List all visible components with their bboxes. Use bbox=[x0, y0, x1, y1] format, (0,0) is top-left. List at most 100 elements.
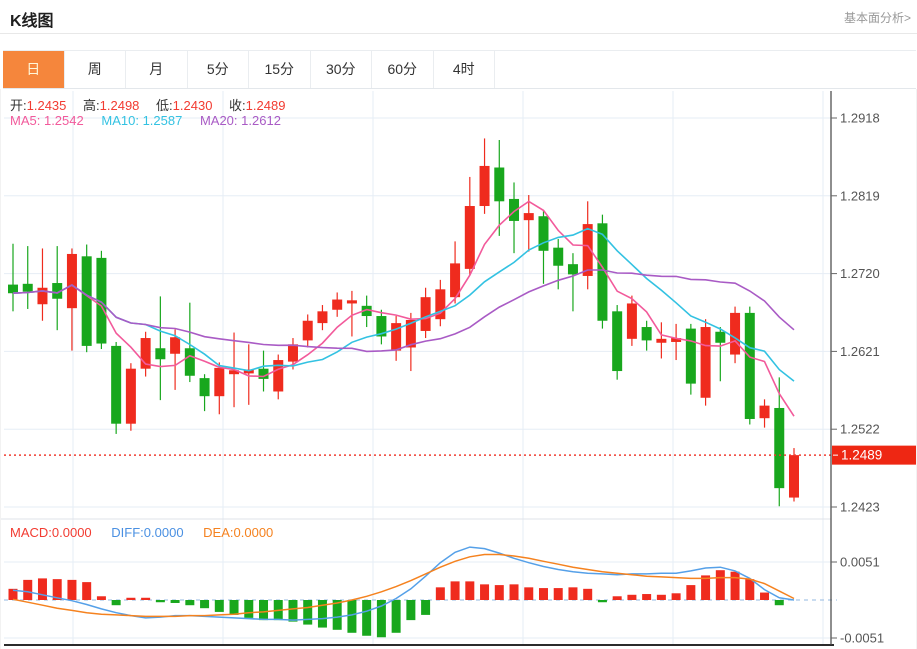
macd-bar bbox=[524, 587, 534, 600]
candle-body bbox=[66, 253, 77, 309]
macd-bar bbox=[597, 600, 607, 603]
candle-body bbox=[346, 300, 357, 304]
candle-body bbox=[700, 327, 711, 398]
macd-readout: MACD:0.0000 DIFF:0.0000 DEA:0.0000 bbox=[10, 525, 273, 540]
candle-body bbox=[81, 256, 92, 346]
macd-bar bbox=[406, 600, 416, 621]
macd-bar bbox=[229, 600, 239, 615]
ma-readout: MA5: 1.2542 MA10: 1.2587 MA20: 1.2612 bbox=[10, 113, 281, 128]
ohlc-readout: 开:1.2435 高:1.2498 低:1.2430 收:1.2489 bbox=[10, 95, 298, 114]
candle-body bbox=[170, 337, 181, 354]
chart-canvas[interactable]: 1.2918 1.2819 1.2720 1.2621 1.2522 1.2423 0.00… bbox=[1, 89, 916, 649]
ma10-label: MA10: bbox=[101, 113, 139, 128]
ma10-value: 1.2587 bbox=[142, 113, 183, 128]
dea-label: DEA: bbox=[203, 525, 234, 540]
macd-bar bbox=[185, 600, 195, 606]
macd-bar bbox=[686, 585, 696, 600]
macd-bar bbox=[155, 600, 165, 603]
candle-body bbox=[287, 344, 298, 362]
fundamental-analysis-link[interactable]: 基本面分析> bbox=[844, 9, 911, 26]
ma5-value: 1.2542 bbox=[43, 113, 84, 128]
candle-body bbox=[184, 348, 195, 376]
candle-body bbox=[420, 297, 431, 331]
macd-bar bbox=[642, 594, 652, 600]
tab-period-0[interactable]: 日 bbox=[3, 51, 65, 88]
candle-body bbox=[774, 407, 785, 489]
macd-bar bbox=[23, 579, 33, 600]
tab-period-3[interactable]: 5分 bbox=[187, 51, 249, 88]
macd-bar bbox=[332, 600, 342, 630]
macd-bar bbox=[568, 587, 578, 600]
tab-period-7[interactable]: 4时 bbox=[433, 51, 495, 88]
macd-bar bbox=[450, 581, 460, 600]
candle-body bbox=[494, 167, 505, 202]
open-value: 1.2435 bbox=[26, 98, 67, 113]
macd-bar bbox=[730, 571, 740, 600]
tab-period-2[interactable]: 月 bbox=[126, 51, 188, 88]
macd-bar bbox=[111, 600, 121, 606]
macd-bar bbox=[347, 600, 357, 633]
price-axis-label: 1.2918 bbox=[840, 111, 880, 126]
candle-body bbox=[214, 367, 225, 397]
macd-bar bbox=[362, 600, 372, 636]
macd-bar bbox=[391, 600, 401, 633]
macd-bar bbox=[288, 600, 298, 622]
candle-body bbox=[8, 284, 18, 294]
macd-bar bbox=[760, 592, 770, 600]
candle-body bbox=[656, 338, 667, 343]
candle-body bbox=[464, 206, 475, 269]
price-axis-label: 1.2621 bbox=[840, 344, 880, 359]
candle-body bbox=[626, 303, 637, 339]
dea-value: 0.0000 bbox=[233, 525, 274, 540]
macd-axis-label: -0.0051 bbox=[840, 631, 884, 646]
close-value: 1.2489 bbox=[245, 98, 286, 113]
low-label: 低: bbox=[156, 98, 173, 113]
macd-bar bbox=[214, 600, 224, 612]
macd-bar bbox=[745, 579, 755, 600]
macd-bar bbox=[303, 600, 313, 625]
candle-body bbox=[744, 312, 755, 419]
candle-body bbox=[641, 327, 652, 341]
period-tabbar: 日周月 5分 15分 30分 60分 4时 bbox=[3, 50, 916, 89]
candle-body bbox=[302, 320, 313, 341]
open-label: 开: bbox=[10, 98, 27, 113]
macd-axis-label: 0.0051 bbox=[840, 555, 880, 570]
price-badge-label: 1.2489 bbox=[841, 448, 882, 463]
tab-period-1[interactable]: 周 bbox=[64, 51, 126, 88]
tab-period-5[interactable]: 30分 bbox=[310, 51, 372, 88]
page-title: K线图 bbox=[10, 13, 54, 30]
ma10-line bbox=[12, 227, 795, 382]
k-line-chart[interactable]: 1.2918 1.2819 1.2720 1.2621 1.2522 1.2423 0.00… bbox=[0, 89, 917, 649]
macd-histogram bbox=[8, 570, 784, 638]
macd-value: 0.0000 bbox=[51, 525, 92, 540]
diff-label: DIFF: bbox=[111, 525, 144, 540]
candle-body bbox=[553, 247, 564, 266]
price-axis-label: 1.2819 bbox=[840, 188, 880, 203]
macd-bar bbox=[200, 600, 210, 609]
macd-bar bbox=[126, 597, 136, 600]
macd-bar bbox=[96, 596, 106, 600]
candle-body bbox=[125, 368, 136, 424]
macd-bar bbox=[715, 570, 725, 600]
candle-body bbox=[111, 345, 122, 424]
macd-bar bbox=[480, 584, 490, 600]
macd-bar bbox=[244, 600, 254, 618]
high-label: 高: bbox=[83, 98, 100, 113]
price-axis-label: 1.2423 bbox=[840, 500, 880, 515]
candle-body bbox=[567, 264, 578, 275]
tab-period-4[interactable]: 15分 bbox=[249, 51, 311, 88]
candle-body bbox=[22, 283, 33, 292]
macd-bar bbox=[671, 593, 681, 600]
candlestick-series bbox=[8, 138, 799, 507]
ma20-label: MA20: bbox=[199, 113, 238, 128]
candle-body bbox=[258, 368, 269, 379]
macd-bar bbox=[583, 588, 593, 600]
macd-bar bbox=[421, 600, 431, 615]
close-label: 收: bbox=[229, 98, 246, 113]
macd-bar bbox=[627, 594, 637, 600]
candle-body bbox=[479, 165, 490, 207]
macd-bar bbox=[141, 597, 151, 600]
macd-bar bbox=[435, 587, 445, 600]
tab-period-6[interactable]: 60分 bbox=[372, 51, 434, 88]
diff-value: 0.0000 bbox=[143, 525, 184, 540]
